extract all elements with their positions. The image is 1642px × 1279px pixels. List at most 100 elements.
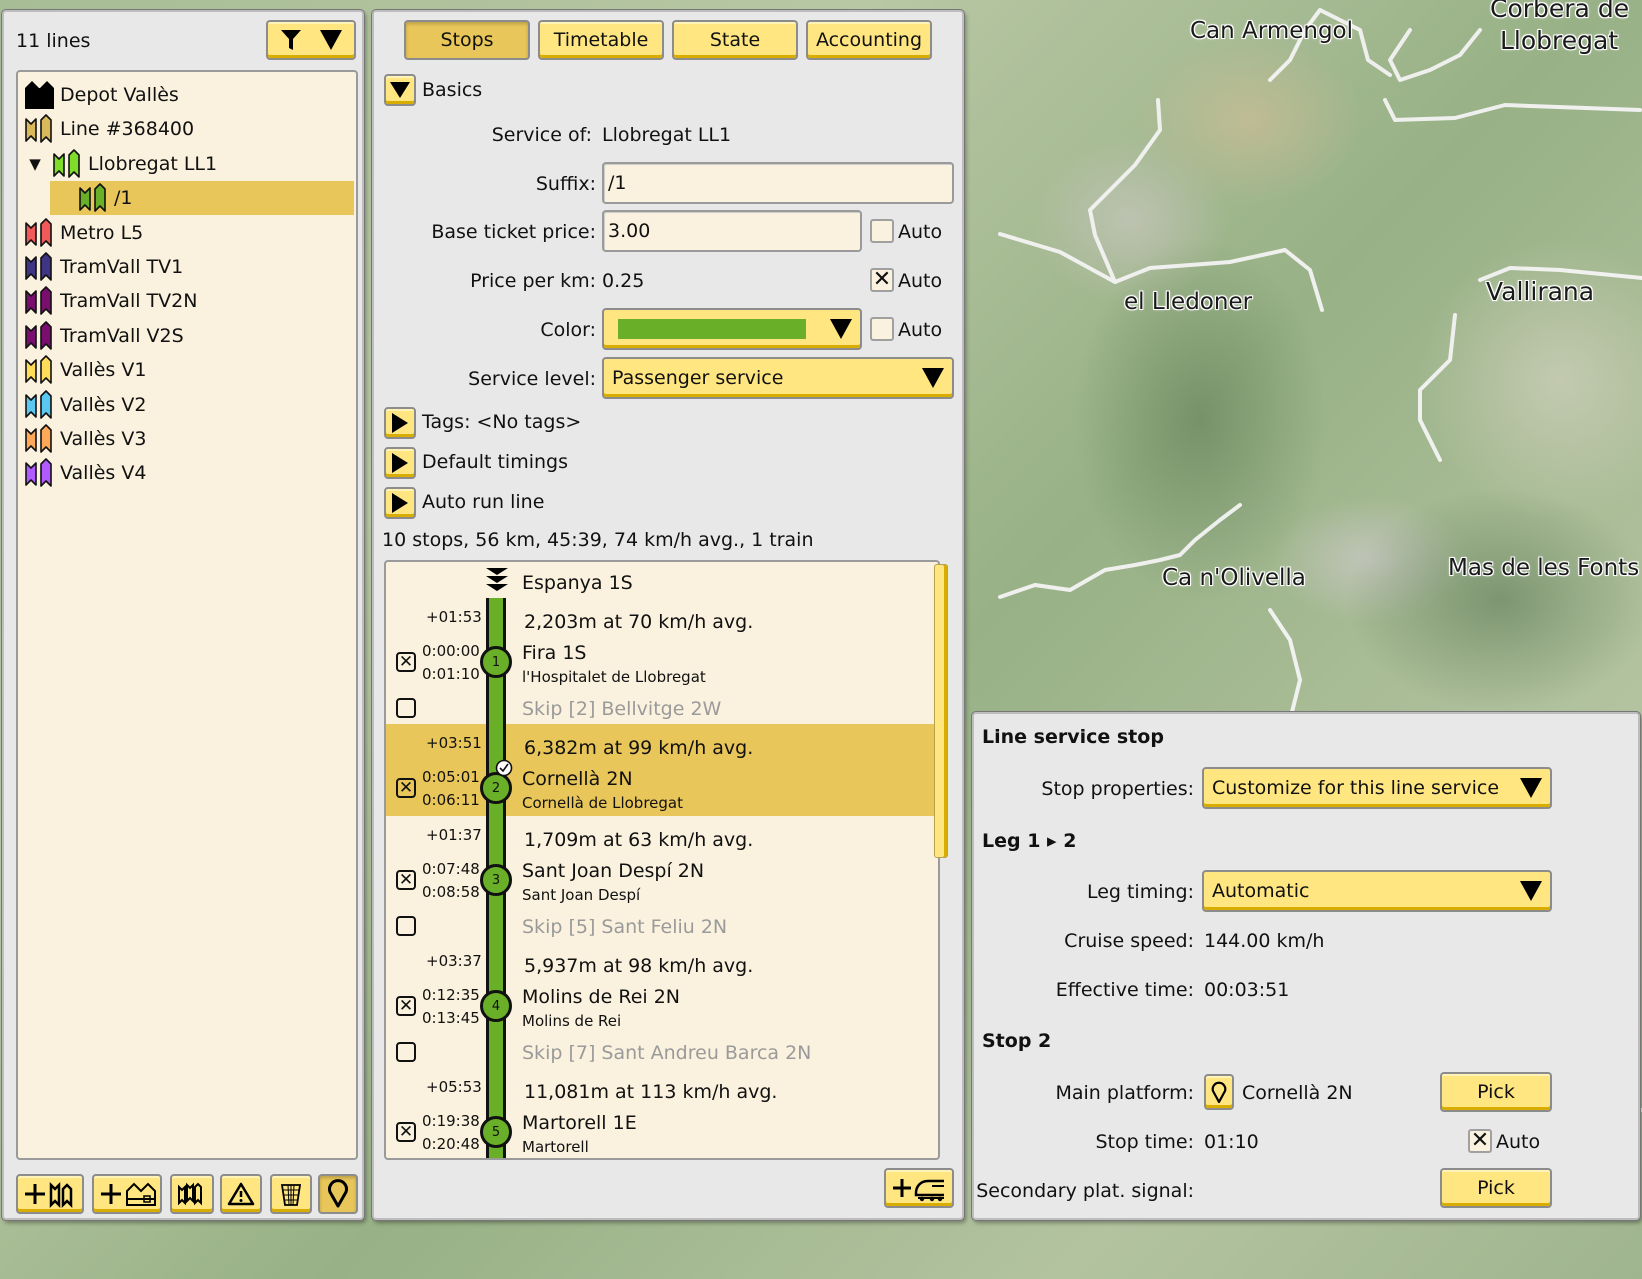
locate-platform-button[interactable] bbox=[1204, 1074, 1234, 1110]
chevron-down-icon bbox=[922, 368, 944, 388]
tab-stops[interactable]: Stops bbox=[404, 20, 530, 60]
stop-node[interactable]: 1 bbox=[480, 646, 512, 678]
line-tree-item[interactable]: Metro L5 bbox=[24, 216, 354, 250]
auto-run-line-expander[interactable] bbox=[384, 487, 416, 519]
main-platform-value: Cornellà 2N bbox=[1242, 1082, 1353, 1104]
line-tree-item[interactable]: Depot Vallès bbox=[24, 78, 354, 112]
line-tree-item[interactable]: /1 bbox=[50, 181, 354, 216]
add-depot-icon bbox=[101, 1182, 156, 1206]
stop-time-auto-label: Auto bbox=[1496, 1131, 1541, 1153]
line-tree-item-label: Depot Vallès bbox=[60, 84, 179, 106]
color-swatch bbox=[618, 319, 806, 339]
stop-name[interactable]: Molins de Rei 2N bbox=[522, 986, 680, 1008]
skipped-stop[interactable]: Skip [5] Sant Feliu 2N bbox=[522, 916, 727, 938]
stop-arrival: 0:19:38 bbox=[422, 1112, 480, 1130]
leg-time-delta: +01:37 bbox=[426, 826, 482, 844]
stop-town: Martorell bbox=[522, 1138, 589, 1156]
line-tree-item-label: Vallès V1 bbox=[60, 359, 147, 382]
main-platform-label: Main platform: bbox=[1055, 1082, 1194, 1104]
tab-state[interactable]: State bbox=[672, 20, 798, 60]
stop-node[interactable]: 4 bbox=[480, 990, 512, 1022]
add-line-button[interactable] bbox=[16, 1174, 84, 1214]
basics-expander[interactable] bbox=[384, 74, 416, 106]
stop-name[interactable]: Sant Joan Despí 2N bbox=[522, 860, 704, 882]
expand-toggle-icon[interactable]: ▼ bbox=[24, 155, 46, 173]
map-label: Can Armengol bbox=[1190, 18, 1354, 44]
stop-time-auto-checkbox[interactable]: ✕ bbox=[1468, 1129, 1492, 1153]
stop-town: Molins de Rei bbox=[522, 1012, 622, 1030]
stop-properties-label: Stop properties: bbox=[1041, 778, 1194, 800]
skipped-stop[interactable]: Skip [7] Sant Andreu Barca 2N bbox=[522, 1042, 811, 1064]
stop-properties-dropdown[interactable]: Customize for this line service bbox=[1202, 767, 1552, 809]
color-auto-checkbox[interactable] bbox=[870, 317, 894, 341]
add-train-button[interactable] bbox=[884, 1168, 954, 1208]
stops-scrollbar[interactable] bbox=[934, 564, 948, 858]
map-label: Mas de les Fonts bbox=[1448, 555, 1640, 581]
line-tree-item[interactable]: Vallès V2 bbox=[24, 388, 354, 422]
stop-arrival: 0:00:00 bbox=[422, 642, 480, 660]
tab-timetable[interactable]: Timetable bbox=[538, 20, 664, 60]
service-level-label: Service level: bbox=[468, 368, 596, 390]
line-tree-item[interactable]: TramVall V2S bbox=[24, 319, 354, 353]
line-tree-item[interactable]: ▼ Llobregat LL1 bbox=[24, 147, 354, 181]
add-depot-button[interactable] bbox=[92, 1174, 162, 1214]
base-ticket-price-value: 3.00 bbox=[608, 220, 651, 242]
line-tree-item[interactable]: Vallès V1 bbox=[24, 353, 354, 387]
price-per-km-auto-label: Auto bbox=[898, 270, 943, 292]
price-per-km-label: Price per km: bbox=[470, 270, 596, 292]
stop-checkbox[interactable]: ✕ bbox=[396, 870, 416, 890]
line-icon bbox=[25, 355, 52, 384]
stop-name[interactable]: Martorell 1E bbox=[522, 1112, 637, 1134]
skipped-stop[interactable]: Skip [2] Bellvitge 2W bbox=[522, 698, 721, 720]
color-label: Color: bbox=[540, 319, 596, 341]
skip-checkbox[interactable] bbox=[396, 1042, 416, 1062]
line-tree[interactable]: Depot Vallès Line #368400 ▼ Llobregat LL1/1… bbox=[16, 70, 358, 1160]
stop-departure: 0:20:48 bbox=[422, 1135, 480, 1153]
base-ticket-price-input[interactable]: 3.00 bbox=[602, 210, 862, 252]
leg-timing-dropdown[interactable]: Automatic bbox=[1202, 870, 1552, 912]
stop-node[interactable]: 3 bbox=[480, 864, 512, 896]
stop-checkbox[interactable]: ✕ bbox=[396, 1122, 416, 1142]
stop-checkbox[interactable]: ✕ bbox=[396, 778, 416, 798]
chevron-right-icon bbox=[392, 493, 408, 513]
location-pin-icon bbox=[1211, 1081, 1227, 1104]
skip-checkbox[interactable] bbox=[396, 698, 416, 718]
lines-overview-button[interactable] bbox=[170, 1174, 214, 1214]
filter-dropdown-button[interactable] bbox=[266, 20, 356, 60]
stop-node[interactable]: 5 bbox=[480, 1116, 512, 1148]
pick-secondary-signal-button[interactable]: Pick bbox=[1440, 1168, 1552, 1208]
tab-accounting[interactable]: Accounting bbox=[806, 20, 932, 60]
stop-name[interactable]: Fira 1S bbox=[522, 642, 586, 664]
chevron-down-icon bbox=[1520, 881, 1542, 901]
map-label: Corbera de bbox=[1490, 0, 1630, 23]
suffix-input[interactable]: /1 bbox=[602, 162, 954, 204]
color-dropdown[interactable] bbox=[602, 308, 862, 350]
panel-title: Line service stop bbox=[982, 726, 1164, 748]
stop-checkbox[interactable]: ✕ bbox=[396, 996, 416, 1016]
pick-main-platform-button[interactable]: Pick bbox=[1440, 1072, 1552, 1112]
chevron-down-icon bbox=[1520, 778, 1542, 798]
origin-stop-name: Espanya 1S bbox=[522, 572, 633, 594]
price-per-km-auto-checkbox[interactable]: ✕ bbox=[870, 268, 894, 292]
price-per-km-value: 0.25 bbox=[602, 270, 645, 292]
locate-button[interactable] bbox=[318, 1174, 358, 1214]
line-tree-item[interactable]: TramVall TV2N bbox=[24, 284, 354, 318]
location-pin-icon bbox=[328, 1179, 348, 1208]
stops-list[interactable]: Espanya 1S +01:53 2,203m at 70 km/h avg.… bbox=[384, 560, 940, 1160]
line-tree-item[interactable]: TramVall TV1 bbox=[24, 250, 354, 284]
warnings-button[interactable] bbox=[220, 1174, 262, 1214]
line-tree-item[interactable]: Vallès V3 bbox=[24, 422, 354, 456]
tags-expander[interactable] bbox=[384, 407, 416, 439]
stop-checkbox[interactable]: ✕ bbox=[396, 652, 416, 672]
skip-checkbox[interactable] bbox=[396, 916, 416, 936]
delete-button[interactable] bbox=[270, 1174, 312, 1214]
line-tree-item[interactable]: Line #368400 bbox=[24, 112, 354, 146]
service-level-dropdown[interactable]: Passenger service bbox=[602, 357, 954, 399]
leg-timing-value: Automatic bbox=[1212, 880, 1310, 902]
line-tree-item-label: TramVall TV1 bbox=[60, 256, 184, 278]
default-timings-expander[interactable] bbox=[384, 447, 416, 479]
stop-name[interactable]: Cornellà 2N bbox=[522, 768, 633, 790]
line-tree-item[interactable]: Vallès V4 bbox=[24, 456, 354, 490]
default-timings-label: Default timings bbox=[422, 451, 568, 473]
base-price-auto-checkbox[interactable] bbox=[870, 219, 894, 243]
